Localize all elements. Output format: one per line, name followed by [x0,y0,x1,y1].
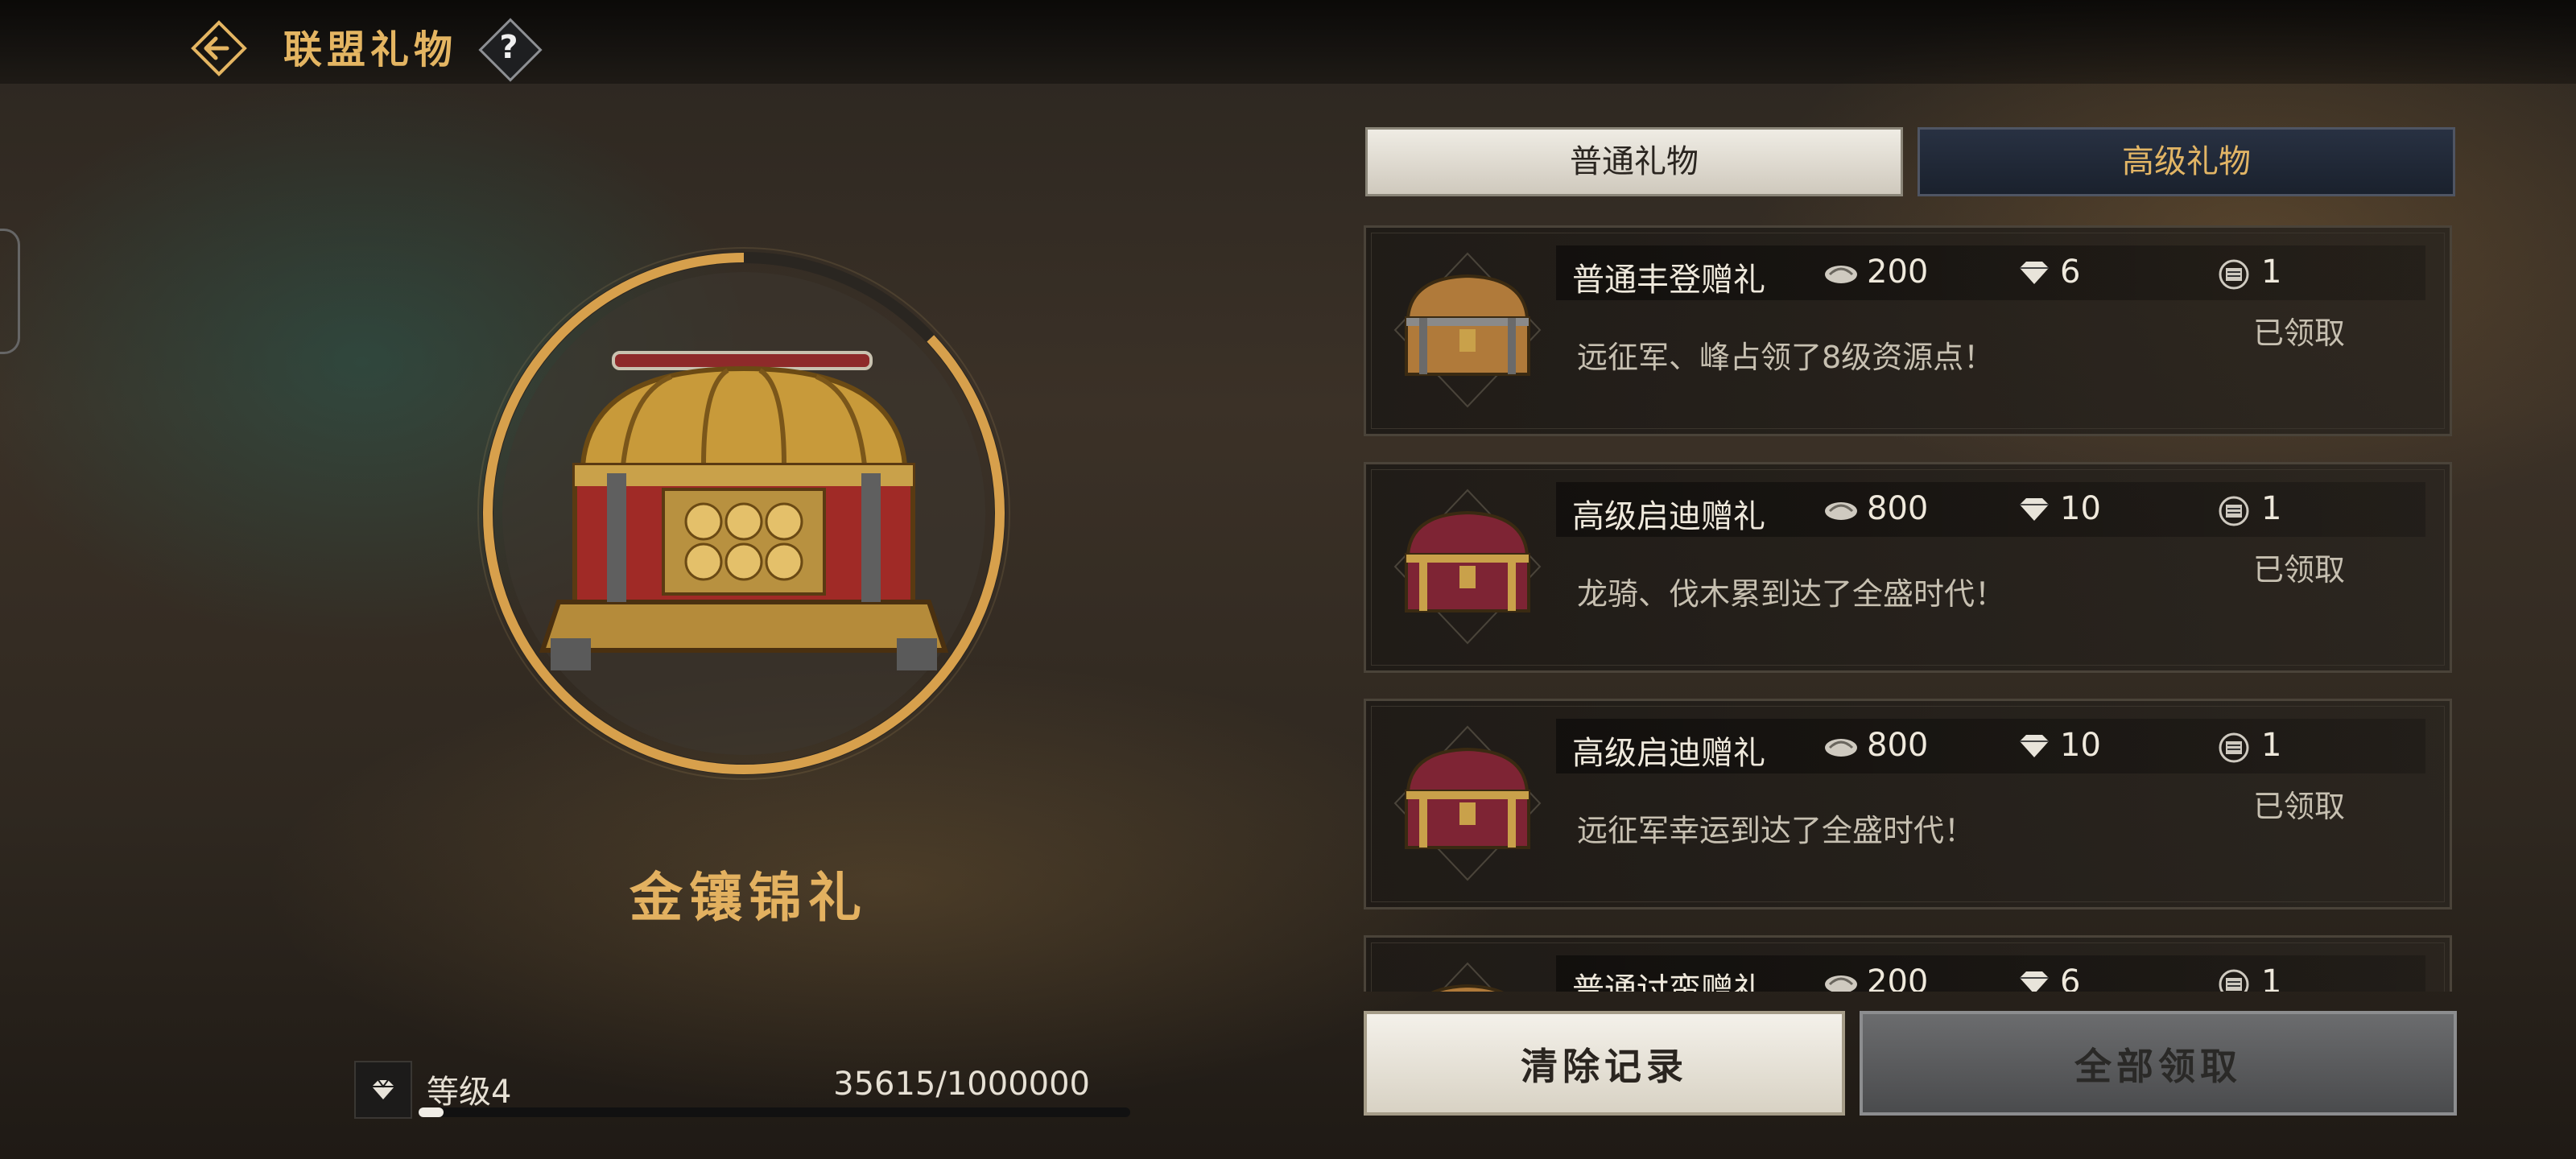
gift-chest-thumb [1387,955,1548,992]
level-progress-track [419,1107,1130,1117]
gift-card: 高级启迪赠礼 800 10 1 龙骑、伐木累到达了全盛时代！ 已领取 [1364,462,2452,673]
chest-icon [1393,489,1542,645]
gem-icon [2020,262,2049,284]
gift-status: 已领取 [2253,789,2346,824]
back-arrow-icon [191,20,247,76]
gift-status: 已领取 [2253,552,2346,588]
claim-all-button[interactable]: 全部领取 [1860,1011,2457,1116]
level-progress-text: 35615/1000000 [833,1066,1090,1103]
gift-chest-thumb [1387,482,1548,651]
gift-description: 远征军、峰占领了8级资源点！ [1577,340,1995,375]
ore-icon [1825,502,1857,520]
back-button[interactable] [190,19,248,77]
gift-header: 普通讨蛮赠礼 200 6 1 [1556,955,2425,992]
level-label: 等级4 [427,1074,512,1111]
ore-amount: 200 [1867,963,1929,992]
ore-amount: 200 [1867,254,1929,291]
help-button[interactable]: ? [478,18,543,82]
gift-name: 普通讨蛮赠礼 [1572,971,1765,992]
gem-icon [2020,498,2049,521]
gift-card: 普通丰登赠礼 200 6 1 远征军、峰占领了8级资源点！ 已领取 [1364,225,2452,436]
chest-icon [1393,725,1542,881]
gem-amount: 10 [2060,490,2101,527]
gift-header: 高级启迪赠礼 800 10 1 [1556,482,2425,537]
gift-list[interactable]: 普通丰登赠礼 200 6 1 远征军、峰占领了8级资源点！ 已领取 高级启迪赠礼… [1364,225,2457,992]
alliance-level-bar: 等级4 35615/1000000 [354,1061,1130,1119]
side-drawer-handle[interactable] [0,229,20,354]
gift-name: 高级启迪赠礼 [1572,498,1765,535]
chest-icon [1393,252,1542,408]
gift-chest-thumb [1387,245,1548,415]
clear-records-button[interactable]: 清除记录 [1364,1011,1845,1116]
gift-status: 已领取 [2253,316,2346,351]
key-icon [2219,259,2249,290]
key-icon [2219,732,2249,763]
chest-image [477,247,1010,780]
gem-icon [2020,735,2049,757]
gift-header: 普通丰登赠礼 200 6 1 [1556,245,2425,300]
key-icon [2219,496,2249,526]
gift-chest-thumb [1387,719,1548,888]
ore-amount: 800 [1867,490,1929,527]
gift-description: 远征军幸运到达了全盛时代！ [1577,813,1975,848]
ore-amount: 800 [1867,727,1929,764]
gift-name: 高级启迪赠礼 [1572,735,1765,772]
level-progress-fill [419,1107,444,1117]
gift-card: 高级启迪赠礼 800 10 1 远征军幸运到达了全盛时代！ 已领取 [1364,699,2452,909]
gem-amount: 6 [2060,963,2081,992]
ore-icon [1825,266,1857,283]
gift-name: 普通丰登赠礼 [1572,262,1765,299]
key-amount: 1 [2261,727,2282,764]
chest-icon [1430,962,1505,992]
gift-header: 高级启迪赠礼 800 10 1 [1556,719,2425,773]
chest-name: 金镶锦礼 [630,867,868,929]
gift-description: 龙骑、伐木累到达了全盛时代！ [1577,576,2006,612]
key-amount: 1 [2261,963,2282,992]
level-badge [354,1061,412,1119]
key-amount: 1 [2261,490,2282,527]
ore-icon [1825,739,1857,757]
gem-amount: 6 [2060,254,2081,291]
tab-normal-gifts[interactable]: 普通礼物 [1365,127,1903,196]
ore-icon [1825,975,1857,992]
top-bar: 联盟礼物 ? [0,0,2576,84]
gem-amount: 10 [2060,727,2101,764]
gem-icon [372,1079,394,1099]
gem-icon [2020,971,2049,992]
tab-advanced-gifts[interactable]: 高级礼物 [1918,127,2455,196]
help-label: ? [499,29,518,66]
key-icon [2219,969,2249,992]
chest-display [462,232,1026,795]
key-amount: 1 [2261,254,2282,291]
page-title: 联盟礼物 [283,27,458,72]
gift-card: 普通讨蛮赠礼 200 6 1 [1364,935,2452,992]
